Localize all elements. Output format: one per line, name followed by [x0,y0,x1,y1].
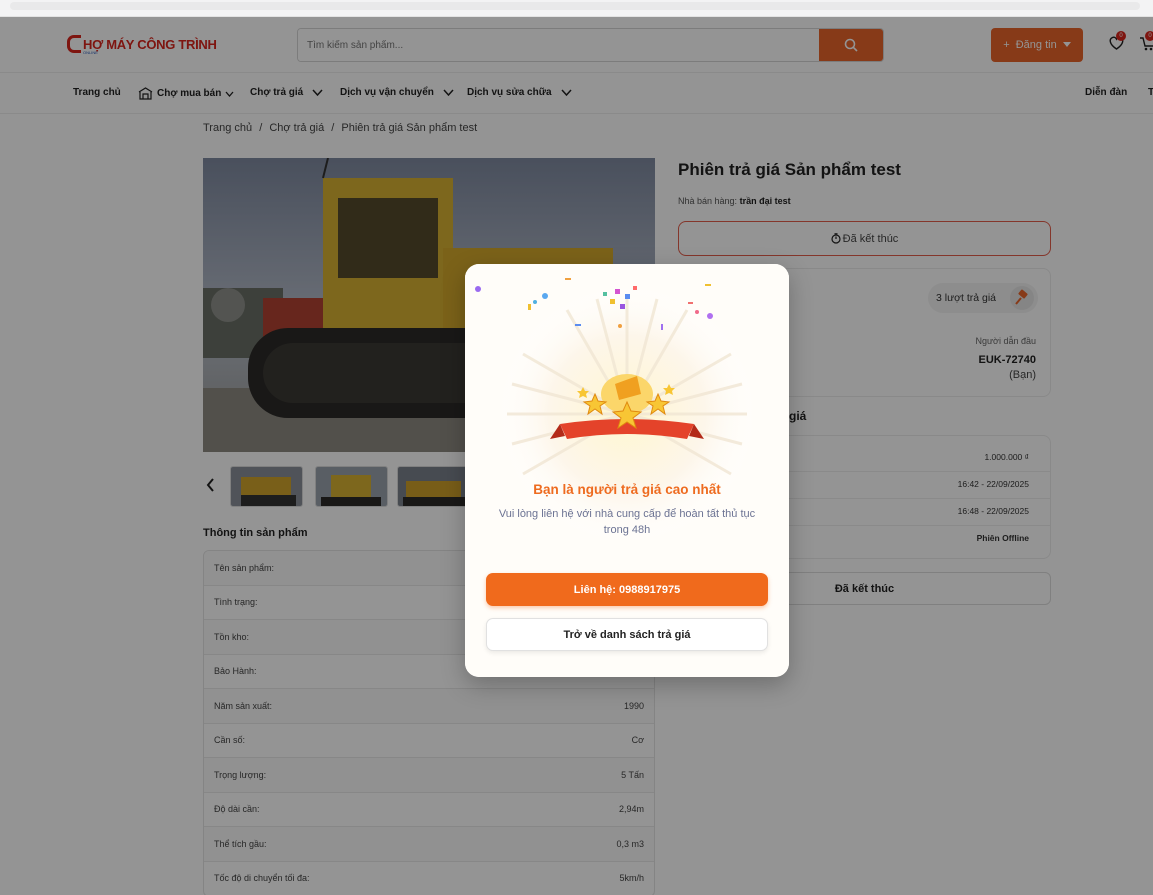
modal-title: Bạn là người trả giá cao nhất [533,482,721,497]
browser-top-strip [0,0,1153,17]
celebration-illustration [465,264,789,677]
winner-modal: Bạn là người trả giá cao nhất Vui lòng l… [465,264,789,677]
modal-subtitle: Vui lòng liên hệ với nhà cung cấp để hoà… [498,508,756,536]
back-to-auctions-button[interactable]: Trở về danh sách trả giá [486,618,768,651]
contact-seller-button[interactable]: Liên hệ: 0988917975 [486,573,768,606]
scrollbar-strip [10,2,1140,10]
